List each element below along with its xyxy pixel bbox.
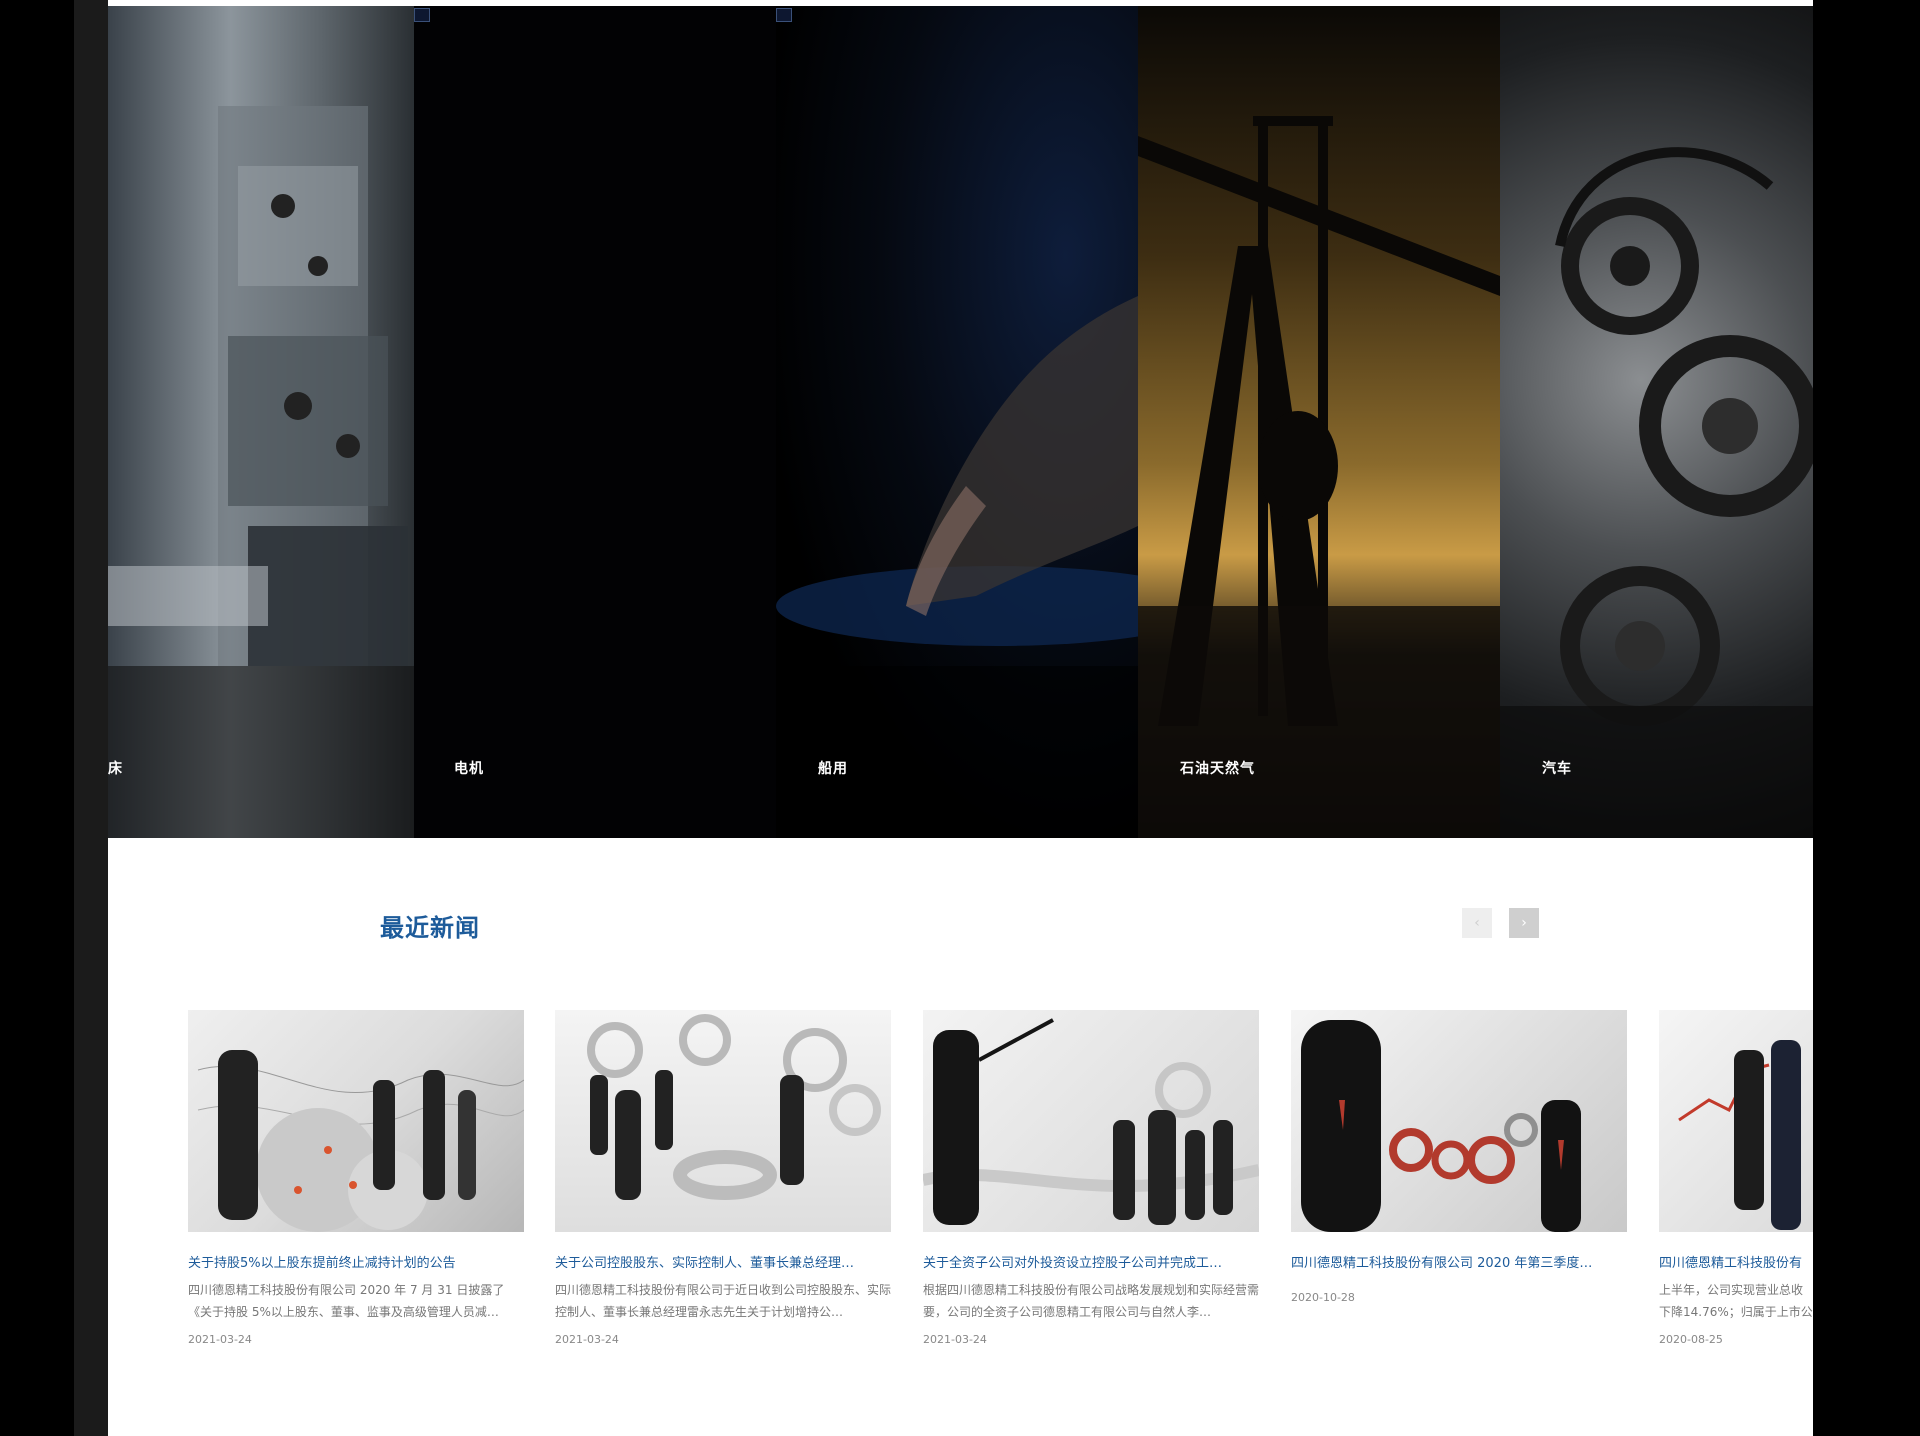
banner-panel-oil-gas[interactable]: 石油天然气: [1138, 6, 1500, 838]
touch-hand-illustration: [776, 296, 1138, 838]
banner-panel-automotive[interactable]: 汽车: [1500, 6, 1813, 838]
banner-panel-label: 汽车: [1542, 761, 1572, 777]
banner-panel-ship[interactable]: 船用: [776, 6, 1138, 838]
news-card-date: 2021-03-24: [923, 1333, 987, 1346]
chevron-right-icon: ›: [1521, 915, 1527, 931]
page: 床 电机 船用 石油天然气 汽车 最近新闻 ‹ › 关于持股5%以上股东提前终止…: [108, 0, 1813, 1436]
news-card[interactable]: 四川德恩精工科技股份有 上半年，公司实现营业总收下降14.76%；归属于上市公 …: [1659, 1010, 1813, 1346]
right-frame: [1813, 0, 1920, 1436]
banner-panel-label: 船用: [818, 761, 848, 777]
news-section-title: 最近新闻: [380, 914, 480, 942]
banner-panel-label: 石油天然气: [1180, 761, 1255, 777]
news-card[interactable]: 关于持股5%以上股东提前终止减持计划的公告 四川德恩精工科技股份有限公司 202…: [188, 1010, 524, 1346]
news-thumbnail[interactable]: [1659, 1010, 1813, 1232]
businessmen-gears-illustration: [587, 1014, 881, 1200]
industry-banner: 床 电机 船用 石油天然气 汽车: [108, 6, 1813, 838]
news-card-date: 2020-08-25: [1659, 1333, 1723, 1346]
businessman-presenting-illustration: [923, 1018, 1259, 1225]
businessmen-chart-illustration: [1678, 1040, 1801, 1230]
businessmen-red-gears-illustration: [1301, 1020, 1581, 1232]
news-card-title[interactable]: 四川德恩精工科技股份有限公司 2020 年第三季度…: [1291, 1252, 1627, 1271]
news-thumbnail[interactable]: [1291, 1010, 1627, 1232]
news-card-description: 根据四川德恩精工科技股份有限公司战略发展规划和实际经营需要，公司的全资子公司德恩…: [923, 1283, 1259, 1319]
news-thumbnail[interactable]: [188, 1010, 524, 1232]
banner-panel-lathe[interactable]: 床: [108, 6, 414, 838]
news-card[interactable]: 四川德恩精工科技股份有限公司 2020 年第三季度… 2020-10-28: [1291, 1010, 1627, 1304]
news-card-date: 2021-03-24: [555, 1333, 619, 1346]
oil-pump-silhouette: [1138, 116, 1500, 838]
lathe-machine-illustration: [108, 106, 414, 838]
news-thumbnail[interactable]: [555, 1010, 891, 1232]
news-card-title[interactable]: 关于全资子公司对外投资设立控股子公司并完成工…: [923, 1252, 1259, 1271]
news-card-date: 2021-03-24: [188, 1333, 252, 1346]
news-card[interactable]: 关于公司控股股东、实际控制人、董事长兼总经理… 四川德恩精工科技股份有限公司于近…: [555, 1010, 891, 1346]
left-frame: [0, 0, 74, 1436]
banner-panel-label: 电机: [454, 761, 484, 777]
news-card-date: 2020-10-28: [1291, 1291, 1355, 1304]
banner-panel-label: 床: [108, 761, 123, 777]
businessmen-globe-illustration: [197, 1050, 524, 1232]
banner-panel-motor[interactable]: 电机: [414, 6, 776, 838]
news-card[interactable]: 关于全资子公司对外投资设立控股子公司并完成工… 根据四川德恩精工科技股份有限公司…: [923, 1010, 1259, 1346]
news-prev-button[interactable]: ‹: [1462, 908, 1492, 938]
broken-image-icon: [414, 8, 430, 22]
engine-illustration: [1500, 147, 1813, 838]
left-frame-shadow: [74, 0, 108, 1436]
news-card-description: 四川德恩精工科技股份有限公司于近日收到公司控股股东、实际控制人、董事长兼总经理雷…: [555, 1283, 891, 1319]
news-thumbnail[interactable]: [923, 1010, 1259, 1232]
news-card-description: 四川德恩精工科技股份有限公司 2020 年 7 月 31 日披露了《关于持股 5…: [188, 1283, 505, 1319]
news-card-title[interactable]: 四川德恩精工科技股份有: [1659, 1252, 1813, 1271]
news-card-description: 上半年，公司实现营业总收下降14.76%；归属于上市公: [1659, 1283, 1813, 1319]
chevron-left-icon: ‹: [1474, 915, 1480, 931]
news-card-title[interactable]: 关于公司控股股东、实际控制人、董事长兼总经理…: [555, 1252, 891, 1271]
news-card-title[interactable]: 关于持股5%以上股东提前终止减持计划的公告: [188, 1252, 524, 1271]
news-next-button[interactable]: ›: [1509, 908, 1539, 938]
